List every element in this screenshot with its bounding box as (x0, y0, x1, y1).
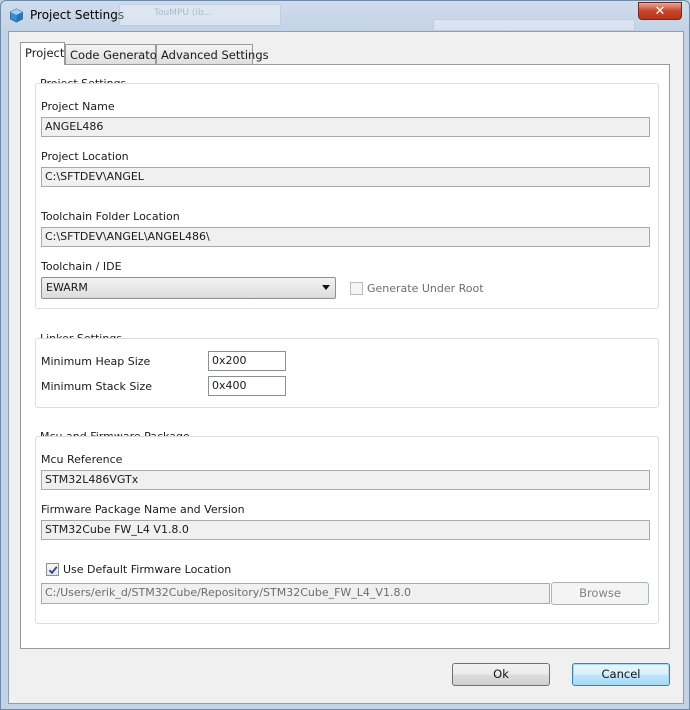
cancel-button[interactable]: Cancel (572, 663, 670, 686)
use-default-firmware-location-label: Use Default Firmware Location (63, 563, 232, 576)
toolchain-folder-label: Toolchain Folder Location (41, 210, 180, 223)
toolchain-ide-value: EWARM (46, 281, 88, 294)
chevron-down-icon (322, 285, 330, 290)
linker-settings-group (35, 338, 659, 408)
min-stack-input[interactable]: 0x400 (208, 376, 286, 396)
firmware-package-label: Firmware Package Name and Version (41, 503, 245, 516)
tab-label: Advanced Settings (161, 48, 269, 62)
toolchain-folder-field[interactable]: C:\SFTDEV\ANGEL\ANGEL486\ (41, 227, 650, 247)
generate-under-root-label: Generate Under Root (367, 282, 484, 295)
project-name-label: Project Name (41, 100, 115, 113)
project-name-field[interactable]: ANGEL486 (41, 117, 650, 137)
project-location-field[interactable]: C:\SFTDEV\ANGEL (41, 167, 650, 187)
checkmark-icon (48, 566, 58, 575)
mcu-reference-field[interactable]: STM32L486VGTx (41, 470, 650, 490)
min-stack-label: Minimum Stack Size (41, 380, 153, 393)
firmware-location-field[interactable]: C:/Users/erik_d/STM32Cube/Repository/STM… (41, 583, 550, 604)
tab-project[interactable]: Project (20, 42, 65, 65)
mcu-reference-label: Mcu Reference (41, 453, 123, 466)
browse-button[interactable]: Browse (551, 582, 649, 605)
toolchain-ide-label: Toolchain / IDE (41, 260, 122, 273)
close-button[interactable]: ✕ (638, 2, 682, 20)
cube-app-icon (10, 8, 23, 23)
ok-button-label: Ok (493, 667, 509, 681)
browse-button-label: Browse (579, 586, 621, 600)
background-window-ghost-text: TouMPU (ib... (154, 8, 213, 18)
tab-label: Project (25, 46, 65, 60)
tab-label: Code Generator (70, 48, 162, 62)
ok-button[interactable]: Ok (452, 663, 550, 686)
title-bar[interactable]: Project Settings TouMPU (ib... ✕ (1, 1, 689, 31)
min-heap-input[interactable]: 0x200 (208, 351, 286, 371)
generate-under-root-checkbox[interactable] (350, 282, 363, 295)
window-title: Project Settings (30, 8, 125, 22)
firmware-package-field[interactable]: STM32Cube FW_L4 V1.8.0 (41, 520, 650, 540)
close-icon: ✕ (654, 4, 666, 19)
background-window-ghost: TouMPU (ib... (119, 4, 281, 26)
use-default-firmware-location-checkbox[interactable] (46, 563, 59, 576)
project-tab-panel: Project Settings Project Name ANGEL486 P… (20, 64, 670, 649)
background-window-ghost (433, 19, 635, 31)
tab-code-generator[interactable]: Code Generator (65, 44, 162, 64)
project-location-label: Project Location (41, 150, 129, 163)
project-settings-window: Project Settings TouMPU (ib... ✕ Project… (0, 0, 690, 710)
dialog-client-area: Project Code Generator Advanced Settings… (8, 31, 684, 704)
cancel-button-label: Cancel (601, 667, 641, 681)
tab-advanced-settings[interactable]: Advanced Settings (156, 44, 269, 64)
toolchain-ide-dropdown[interactable]: EWARM (41, 277, 336, 299)
min-heap-label: Minimum Heap Size (41, 355, 151, 368)
